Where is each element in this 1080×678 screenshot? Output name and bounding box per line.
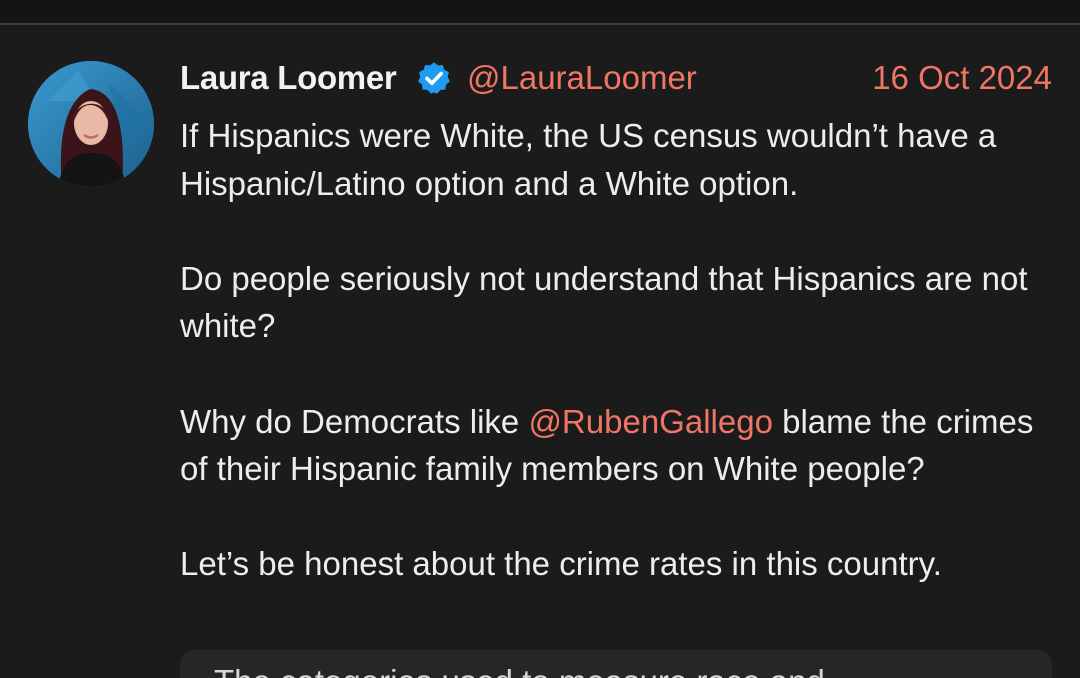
divider — [0, 23, 1080, 25]
avatar[interactable] — [28, 61, 154, 187]
quoted-card[interactable]: The categories used to measure race and — [180, 650, 1052, 678]
tweet-paragraph: Why do Democrats like @RubenGallego blam… — [180, 398, 1060, 493]
tweet-paragraph: If Hispanics were White, the US census w… — [180, 117, 997, 202]
tweet-text: If Hispanics were White, the US census w… — [180, 112, 1060, 588]
tweet-screen: Laura Loomer @LauraLoomer 16 Oct 2024 If… — [0, 0, 1080, 678]
verified-badge-icon — [416, 60, 452, 96]
tweet-paragraph: Let’s be honest about the crime rates in… — [180, 545, 942, 583]
display-name[interactable]: Laura Loomer — [180, 56, 397, 100]
top-bar — [0, 0, 1080, 23]
paragraph-text: Why do Democrats like — [180, 402, 529, 440]
user-handle[interactable]: @LauraLoomer — [467, 56, 697, 100]
tweet-date[interactable]: 16 Oct 2024 — [872, 56, 1052, 100]
mention-link[interactable]: @RubenGallego — [528, 403, 773, 440]
user-avatar-icon — [28, 61, 154, 187]
tweet-header: Laura Loomer @LauraLoomer 16 Oct 2024 — [180, 56, 1055, 100]
tweet-paragraph: Do people seriously not understand that … — [180, 259, 1028, 345]
quoted-card-text: The categories used to measure race and — [214, 660, 825, 678]
